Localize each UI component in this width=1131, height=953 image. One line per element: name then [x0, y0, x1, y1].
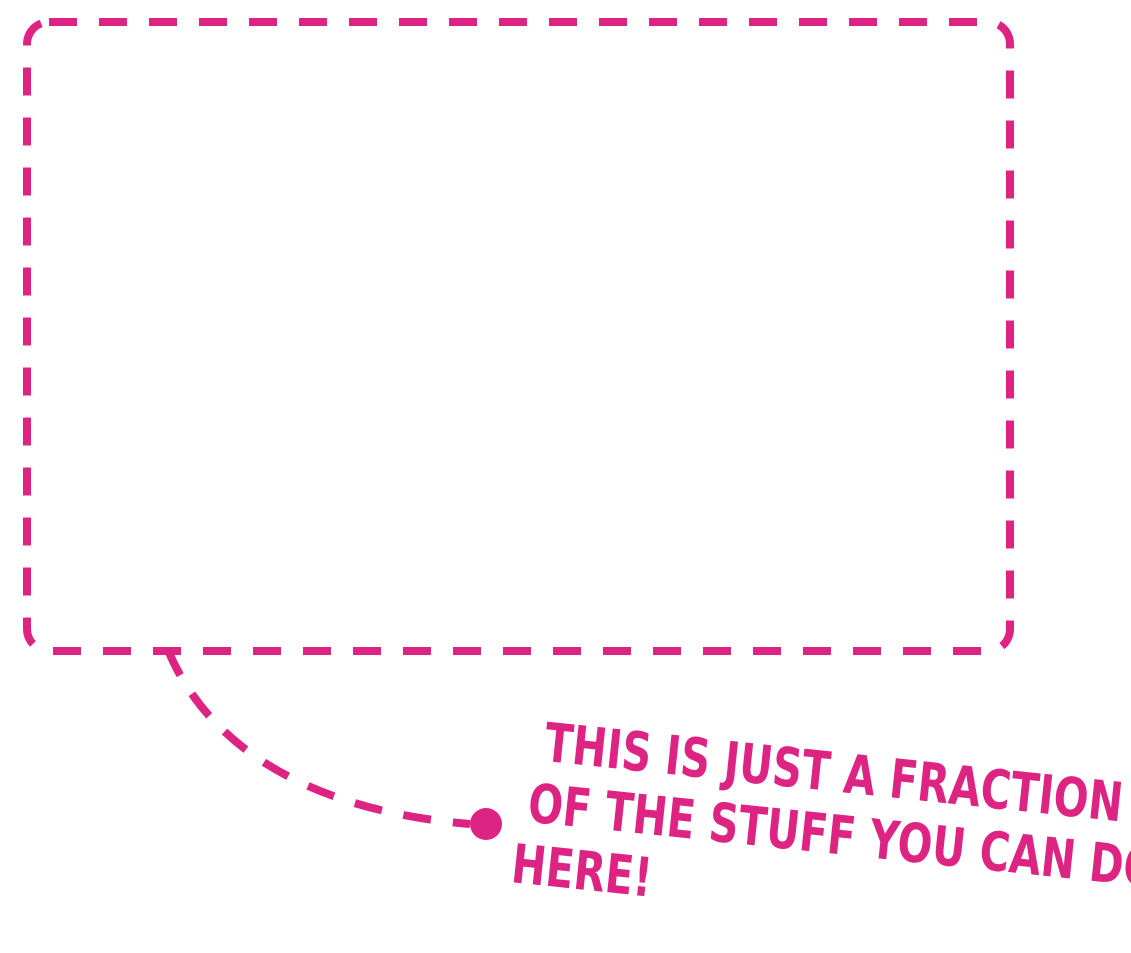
pointer-dot	[470, 808, 502, 840]
canvas: THIS IS JUST A FRACTION OF THE STUFF YOU…	[0, 0, 1131, 953]
dashed-speech-bubble	[23, 18, 1014, 655]
dashed-pointer-line	[164, 648, 471, 828]
